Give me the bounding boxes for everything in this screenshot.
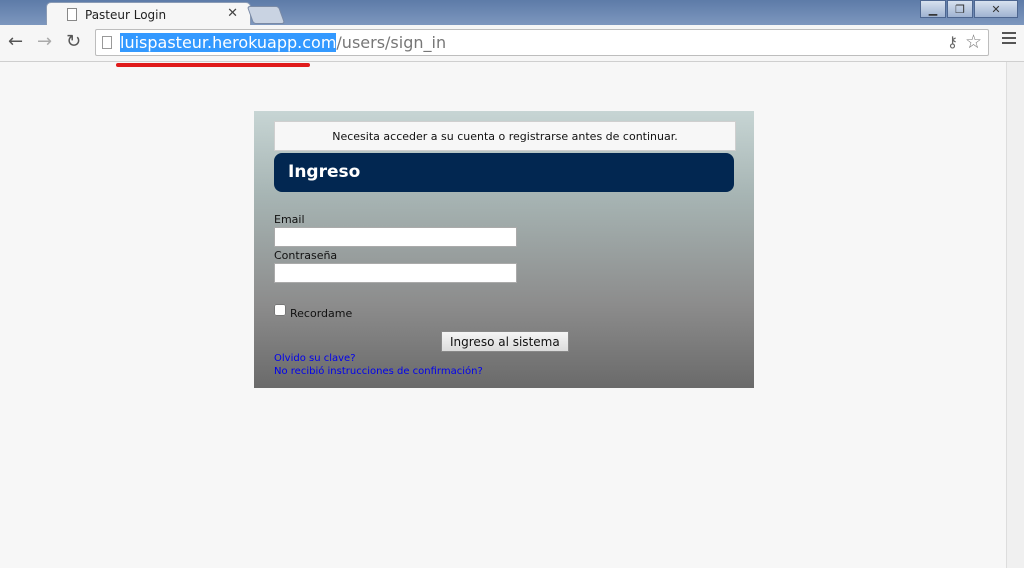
window-controls: ▁ ❐ ✕ [919, 0, 1018, 18]
login-button[interactable]: Ingreso al sistema [441, 331, 569, 352]
reload-icon[interactable]: ↻ [66, 31, 81, 52]
page-icon [102, 36, 112, 49]
red-underline-annotation [116, 63, 310, 67]
browser-toolbar: ← → ↻ luispasteur.herokuapp.com/users/si… [0, 25, 1024, 62]
forward-arrow-icon[interactable]: → [37, 31, 52, 52]
restore-button[interactable]: ❐ [947, 0, 973, 18]
url-path: /users/sign_in [336, 33, 447, 52]
url-text[interactable]: luispasteur.herokuapp.com/users/sign_in [120, 33, 446, 52]
page-icon [67, 8, 77, 21]
remember-label: Recordame [290, 307, 353, 320]
remember-checkbox[interactable] [274, 304, 286, 316]
url-host: luispasteur.herokuapp.com [120, 33, 337, 52]
tab-title: Pasteur Login [85, 8, 167, 22]
key-icon[interactable]: ⚷ [947, 33, 958, 51]
bookmark-star-icon[interactable]: ☆ [965, 31, 982, 53]
address-bar[interactable]: luispasteur.herokuapp.com/users/sign_in … [95, 29, 989, 56]
email-field[interactable] [274, 227, 517, 247]
minimize-button[interactable]: ▁ [920, 0, 946, 18]
page-title: Ingreso [274, 153, 734, 192]
new-tab-button[interactable] [246, 6, 286, 24]
vertical-scrollbar[interactable] [1006, 62, 1024, 568]
resend-confirmation-link[interactable]: No recibió instrucciones de confirmación… [274, 366, 483, 377]
email-label: Email [274, 213, 305, 226]
forgot-password-link[interactable]: Olvido su clave? [274, 353, 356, 364]
notice-message: Necesita acceder a su cuenta o registrar… [274, 121, 736, 151]
browser-tab[interactable]: Pasteur Login ✕ [46, 2, 251, 26]
window-titlebar: Pasteur Login ✕ ▁ ❐ ✕ [0, 0, 1024, 26]
login-panel: Necesita acceder a su cuenta o registrar… [254, 111, 754, 388]
close-tab-icon[interactable]: ✕ [227, 6, 238, 21]
password-field[interactable] [274, 263, 517, 283]
password-label: Contraseña [274, 249, 338, 262]
back-arrow-icon[interactable]: ← [8, 31, 23, 52]
menu-icon[interactable] [1002, 32, 1016, 47]
close-window-button[interactable]: ✕ [974, 0, 1018, 18]
